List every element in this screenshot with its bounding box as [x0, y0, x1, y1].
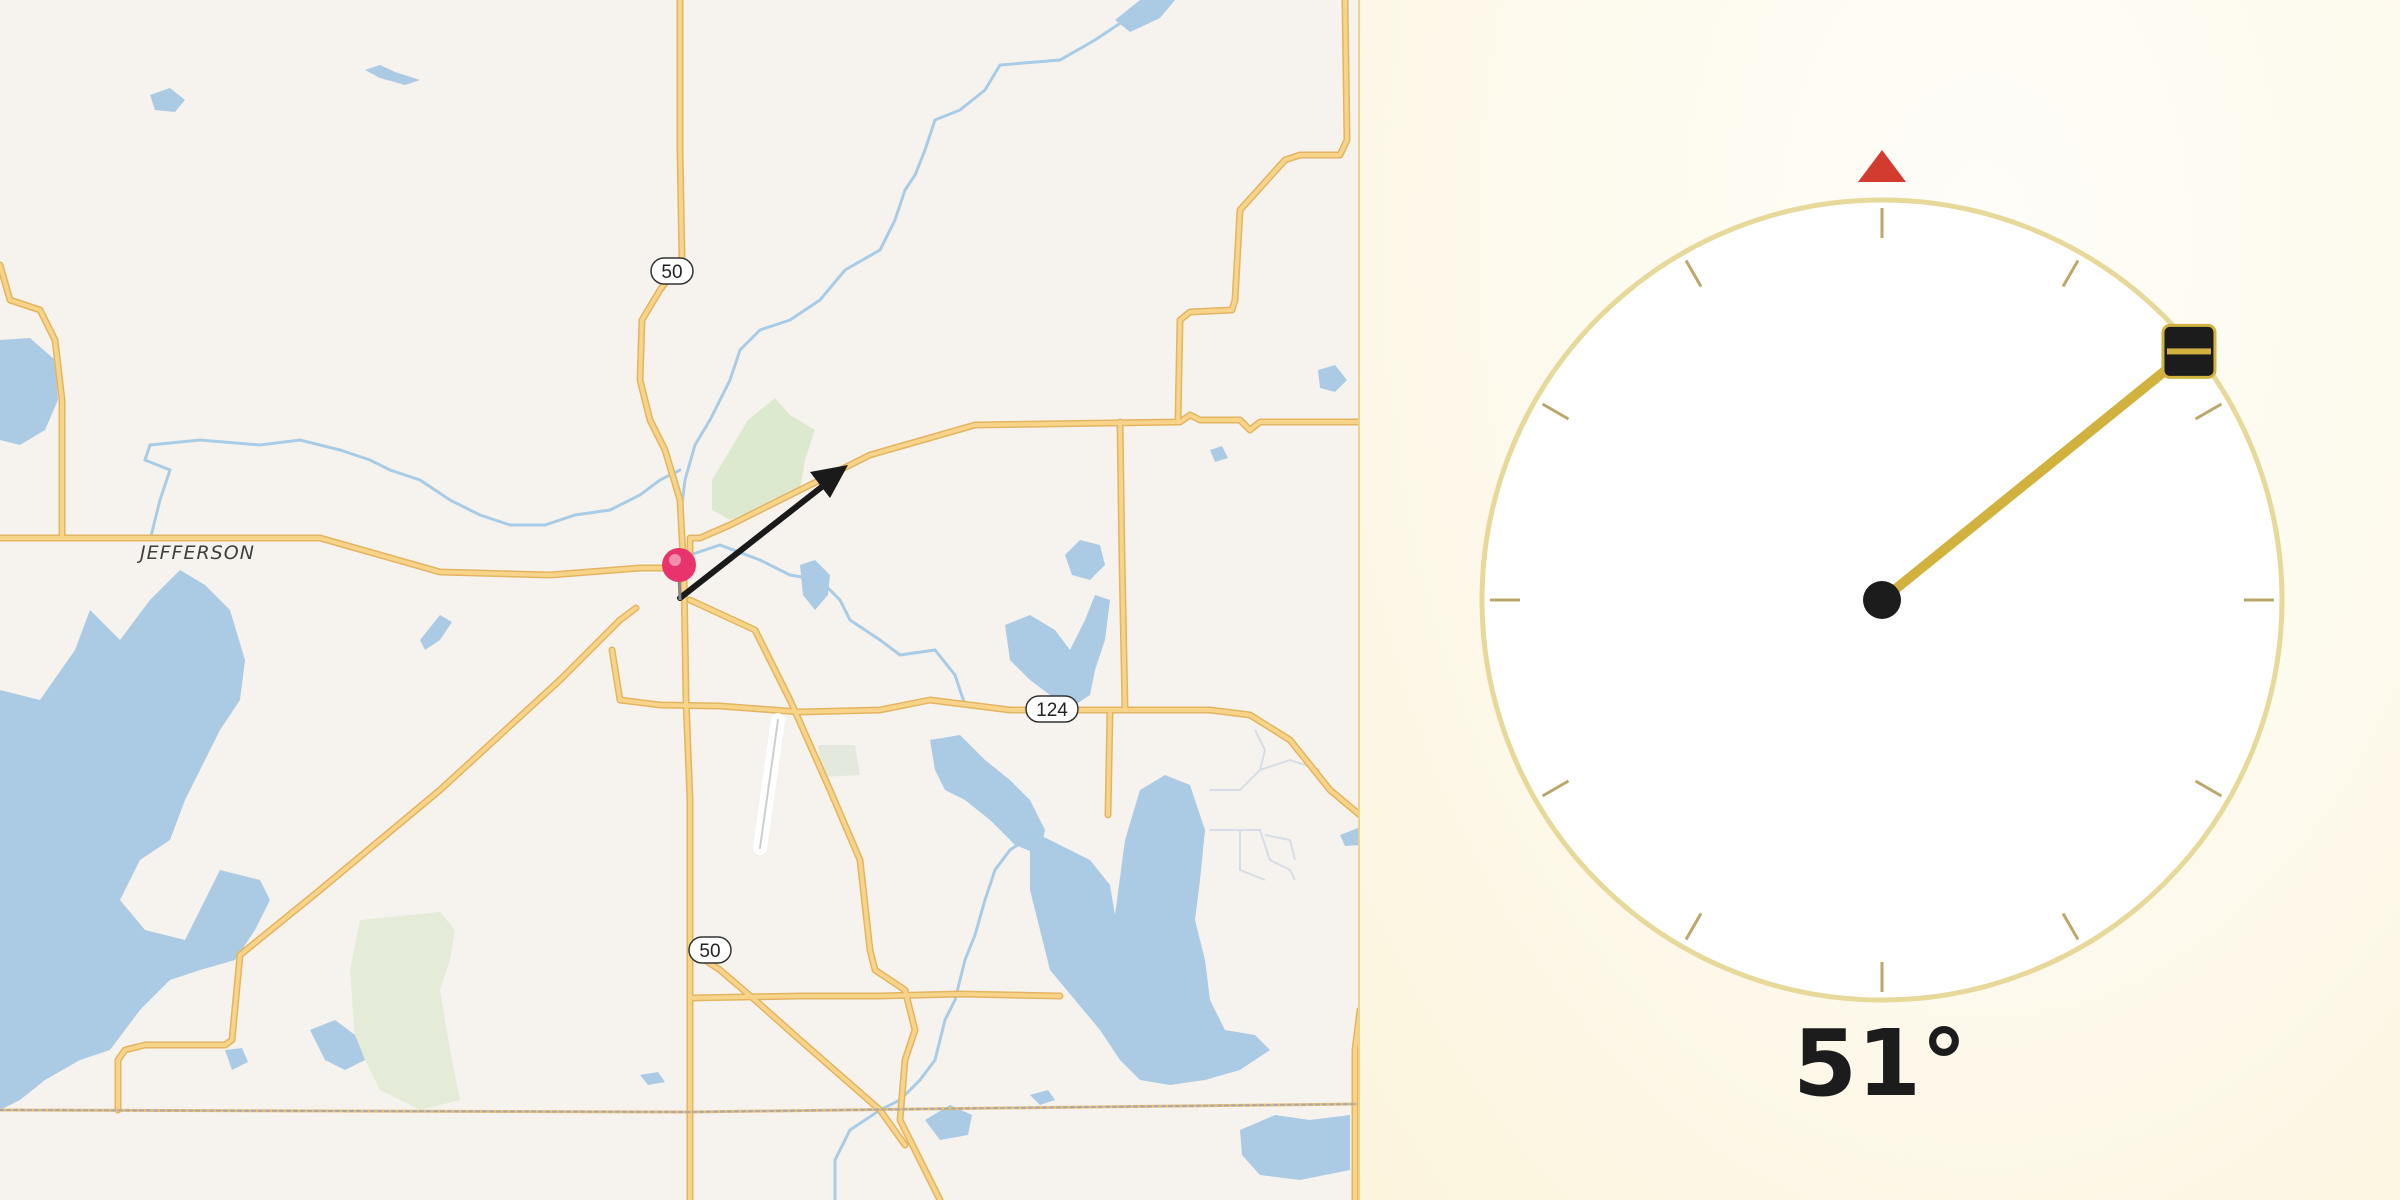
stream [688, 543, 967, 707]
road [1176, 0, 1349, 422]
road [1106, 420, 1127, 817]
map-canvas[interactable]: 50 50 124 JEFFERSON [0, 0, 1360, 1200]
svg-text:50: 50 [699, 941, 720, 962]
minor-street [1254, 729, 1267, 771]
north-marker-icon [1858, 150, 1906, 182]
lake-center [1005, 595, 1110, 705]
road-casing [1174, 0, 1351, 424]
lake-east [1030, 775, 1270, 1085]
park-areas [350, 398, 860, 1110]
pond [1115, 0, 1175, 32]
park-area [350, 912, 460, 1110]
app-root: 50 50 124 JEFFERSON 51° [0, 0, 2400, 1200]
route-shield-50-north: 50 [650, 257, 694, 285]
pond [640, 1072, 665, 1085]
minor-street [1210, 758, 1321, 791]
lake-southeast [1240, 1115, 1350, 1180]
needle-handle-icon[interactable] [2161, 323, 2217, 379]
pond [1318, 365, 1347, 392]
place-label-jefferson: JEFFERSON [136, 542, 255, 564]
pond [1210, 446, 1228, 462]
road [638, 0, 692, 1200]
stream [143, 438, 682, 542]
pond [365, 65, 420, 85]
lake-west [0, 570, 270, 1110]
pond [225, 1048, 248, 1070]
needle-hub [1863, 581, 1901, 619]
pond [1340, 828, 1360, 846]
heading-readout: 51° [1792, 1010, 1968, 1117]
pond [1030, 1090, 1055, 1105]
lake-west-upper [0, 338, 58, 445]
pond [420, 615, 452, 650]
pond [150, 88, 185, 112]
pond [1065, 540, 1105, 580]
route-shield-50-south: 50 [688, 936, 732, 964]
minor-street [1239, 830, 1266, 881]
map-panel[interactable]: 50 50 124 JEFFERSON [0, 0, 1360, 1200]
svg-text:124: 124 [1036, 700, 1068, 721]
route-shield-124: 124 [1025, 695, 1079, 723]
compass-panel: 51° [1360, 0, 2400, 1200]
svg-text:50: 50 [661, 262, 682, 283]
